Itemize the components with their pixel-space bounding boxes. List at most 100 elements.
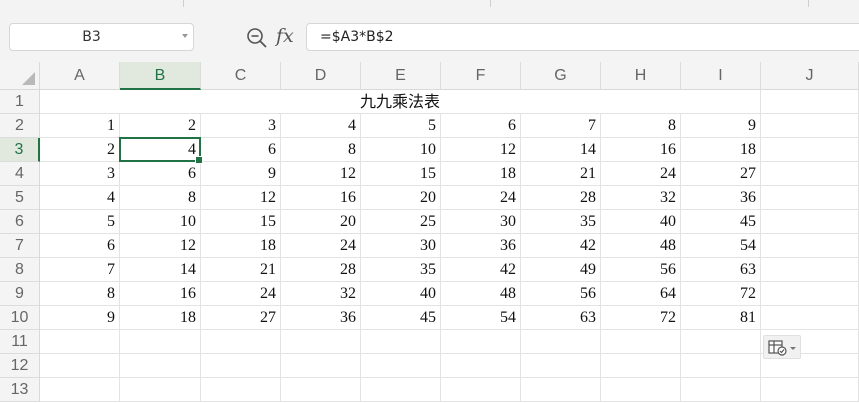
cell-g6[interactable]: 35: [521, 210, 601, 234]
row-header-2[interactable]: 2: [0, 114, 40, 138]
cell-a3[interactable]: 2: [40, 138, 120, 162]
cell-e4[interactable]: 15: [361, 162, 441, 186]
cell-c10[interactable]: 27: [201, 306, 281, 330]
column-header-j[interactable]: J: [761, 62, 859, 90]
cell-a13[interactable]: [40, 378, 120, 402]
chevron-down-icon[interactable]: [182, 34, 188, 38]
cell-d2[interactable]: 4: [281, 114, 361, 138]
cell-g8[interactable]: 49: [521, 258, 601, 282]
cell-d5[interactable]: 16: [281, 186, 361, 210]
cell-e6[interactable]: 25: [361, 210, 441, 234]
cell-i13[interactable]: [681, 378, 761, 402]
cell-c13[interactable]: [201, 378, 281, 402]
cell-c5[interactable]: 12: [201, 186, 281, 210]
cell-e10[interactable]: 45: [361, 306, 441, 330]
cell-h4[interactable]: 24: [601, 162, 681, 186]
cell-d7[interactable]: 24: [281, 234, 361, 258]
cell-f4[interactable]: 18: [441, 162, 521, 186]
cell-a5[interactable]: 4: [40, 186, 120, 210]
cell-b3[interactable]: 4: [120, 138, 201, 162]
cell-j7[interactable]: [761, 234, 859, 258]
cell-g10[interactable]: 63: [521, 306, 601, 330]
cell-f6[interactable]: 30: [441, 210, 521, 234]
cell-e12[interactable]: [361, 354, 441, 378]
column-header-i[interactable]: I: [681, 62, 761, 90]
formula-input[interactable]: =$A3*B$2: [306, 23, 859, 51]
cell-f9[interactable]: 48: [441, 282, 521, 306]
name-box[interactable]: B3: [9, 23, 194, 51]
cell-j6[interactable]: [761, 210, 859, 234]
cell-f3[interactable]: 12: [441, 138, 521, 162]
cell-a12[interactable]: [40, 354, 120, 378]
row-header-4[interactable]: 4: [0, 162, 40, 186]
column-header-e[interactable]: E: [361, 62, 441, 90]
cell-b13[interactable]: [120, 378, 201, 402]
cell-c3[interactable]: 6: [201, 138, 281, 162]
cell-f10[interactable]: 54: [441, 306, 521, 330]
cell-b4[interactable]: 6: [120, 162, 201, 186]
column-header-h[interactable]: H: [601, 62, 681, 90]
row-header-5[interactable]: 5: [0, 186, 40, 210]
row-header-12[interactable]: 12: [0, 354, 40, 378]
cell-h3[interactable]: 16: [601, 138, 681, 162]
cell-g7[interactable]: 42: [521, 234, 601, 258]
paste-options-button[interactable]: [763, 335, 801, 359]
cell-g12[interactable]: [521, 354, 601, 378]
cell-g11[interactable]: [521, 330, 601, 354]
cell-d13[interactable]: [281, 378, 361, 402]
cell-b6[interactable]: 10: [120, 210, 201, 234]
row-header-13[interactable]: 13: [0, 378, 40, 402]
cell-j8[interactable]: [761, 258, 859, 282]
cell-f2[interactable]: 6: [441, 114, 521, 138]
cell-b7[interactable]: 12: [120, 234, 201, 258]
cell-b11[interactable]: [120, 330, 201, 354]
cell-b8[interactable]: 14: [120, 258, 201, 282]
cell-b2[interactable]: 2: [120, 114, 201, 138]
cell-c12[interactable]: [201, 354, 281, 378]
column-header-f[interactable]: F: [441, 62, 521, 90]
cell-g3[interactable]: 14: [521, 138, 601, 162]
cell-a7[interactable]: 6: [40, 234, 120, 258]
title-cell[interactable]: 九九乘法表: [40, 90, 761, 114]
cell-f12[interactable]: [441, 354, 521, 378]
cell-j4[interactable]: [761, 162, 859, 186]
cell-d3[interactable]: 8: [281, 138, 361, 162]
cell-h8[interactable]: 56: [601, 258, 681, 282]
cell-e2[interactable]: 5: [361, 114, 441, 138]
cell-h11[interactable]: [601, 330, 681, 354]
cell-j5[interactable]: [761, 186, 859, 210]
cell-j3[interactable]: [761, 138, 859, 162]
column-header-g[interactable]: G: [521, 62, 601, 90]
cell-d10[interactable]: 36: [281, 306, 361, 330]
cell-g9[interactable]: 56: [521, 282, 601, 306]
cell-a6[interactable]: 5: [40, 210, 120, 234]
cell-e9[interactable]: 40: [361, 282, 441, 306]
row-header-1[interactable]: 1: [0, 90, 40, 114]
column-header-a[interactable]: A: [40, 62, 120, 90]
cell-i4[interactable]: 27: [681, 162, 761, 186]
cell-d4[interactable]: 12: [281, 162, 361, 186]
cell-e5[interactable]: 20: [361, 186, 441, 210]
cell-i7[interactable]: 54: [681, 234, 761, 258]
cell-i8[interactable]: 63: [681, 258, 761, 282]
cell-c7[interactable]: 18: [201, 234, 281, 258]
cell-i11[interactable]: [681, 330, 761, 354]
cell-c11[interactable]: [201, 330, 281, 354]
cell-f7[interactable]: 36: [441, 234, 521, 258]
cell-f5[interactable]: 24: [441, 186, 521, 210]
cell-b5[interactable]: 8: [120, 186, 201, 210]
column-header-d[interactable]: D: [281, 62, 361, 90]
cell-a9[interactable]: 8: [40, 282, 120, 306]
cell-f13[interactable]: [441, 378, 521, 402]
cell-j13[interactable]: [761, 378, 859, 402]
cell-d9[interactable]: 32: [281, 282, 361, 306]
row-header-11[interactable]: 11: [0, 330, 40, 354]
cell-c9[interactable]: 24: [201, 282, 281, 306]
cell-d11[interactable]: [281, 330, 361, 354]
cell-b12[interactable]: [120, 354, 201, 378]
cell-h9[interactable]: 64: [601, 282, 681, 306]
cell-g5[interactable]: 28: [521, 186, 601, 210]
cell-d6[interactable]: 20: [281, 210, 361, 234]
cell-i5[interactable]: 36: [681, 186, 761, 210]
cell-c4[interactable]: 9: [201, 162, 281, 186]
